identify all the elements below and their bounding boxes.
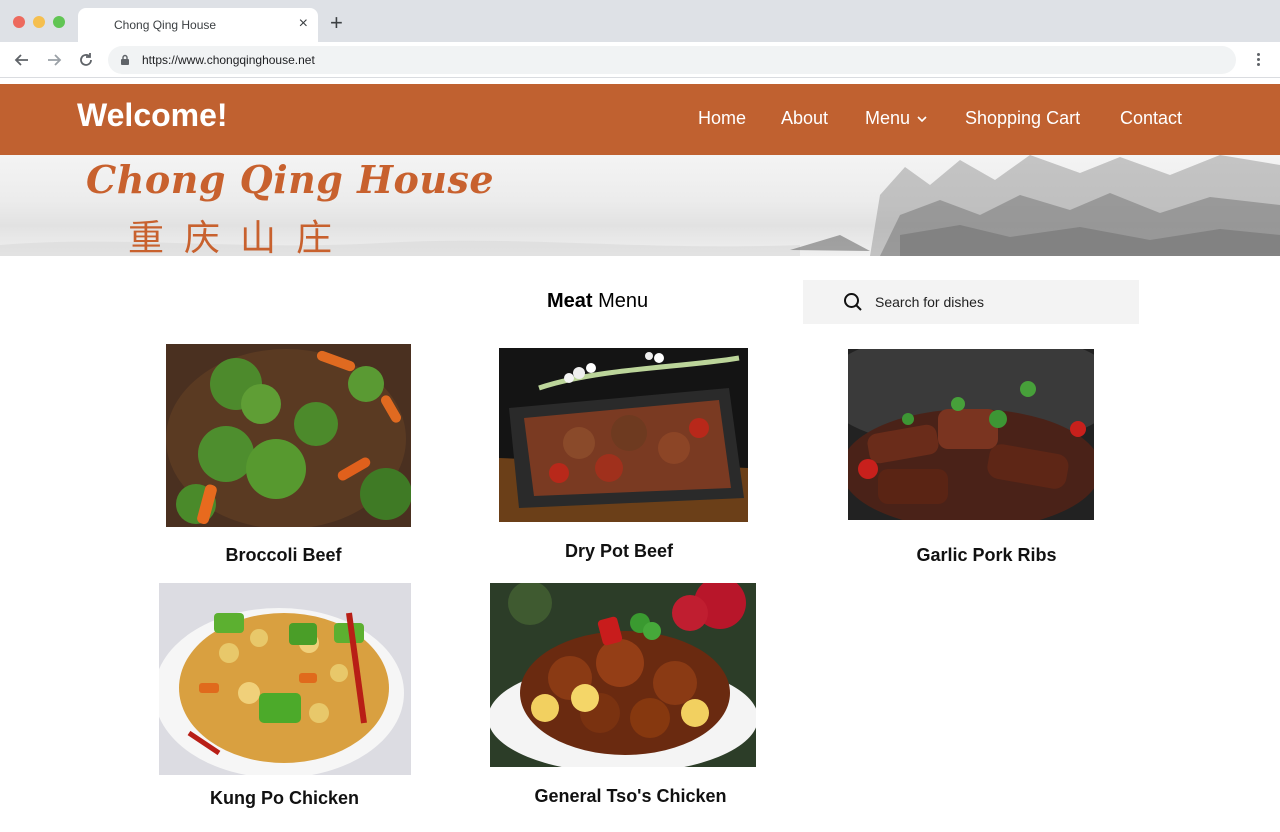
browser-tab[interactable]: Chong Qing House × bbox=[78, 8, 318, 42]
general-tsos-chicken-image[interactable] bbox=[490, 583, 756, 767]
dish-name[interactable]: Dry Pot Beef bbox=[504, 541, 734, 562]
browser-toolbar: https://www.chongqinghouse.net bbox=[0, 42, 1280, 78]
dish-name[interactable]: Broccoli Beef bbox=[166, 545, 401, 566]
nav-menu-label: Menu bbox=[865, 108, 911, 128]
garlic-pork-ribs-photo bbox=[848, 349, 1094, 520]
forward-button[interactable] bbox=[44, 50, 64, 70]
dish-name[interactable]: Garlic Pork Ribs bbox=[870, 545, 1103, 566]
new-tab-button[interactable]: + bbox=[330, 12, 343, 34]
search-input[interactable] bbox=[875, 280, 1125, 324]
tab-title: Chong Qing House bbox=[114, 18, 217, 32]
kung-po-chicken-photo bbox=[159, 583, 411, 775]
browser-titlebar: Chong Qing House × + bbox=[0, 0, 1280, 42]
reload-button[interactable] bbox=[76, 50, 96, 70]
minimize-window-button[interactable] bbox=[33, 16, 45, 28]
menu-heading-bold: Meat bbox=[547, 290, 593, 312]
back-arrow-icon bbox=[14, 54, 28, 66]
garlic-pork-ribs-image[interactable] bbox=[848, 349, 1094, 520]
dish-name[interactable]: General Tso's Chicken bbox=[514, 786, 747, 807]
address-bar[interactable]: https://www.chongqinghouse.net bbox=[108, 46, 1236, 74]
back-button[interactable] bbox=[12, 50, 32, 70]
welcome-title: Welcome! bbox=[77, 97, 228, 133]
browser-menu-icon[interactable] bbox=[1250, 51, 1266, 71]
banner: Chong Qing House 重庆山庄 bbox=[0, 155, 1280, 256]
chevron-down-icon bbox=[917, 116, 927, 123]
menu-heading: Meat Menu bbox=[547, 290, 648, 313]
site-header: Welcome! Home About Menu Shopping Cart C… bbox=[0, 84, 1280, 155]
dish-search-box bbox=[803, 280, 1139, 324]
nav-about-link[interactable]: About bbox=[781, 108, 828, 129]
close-window-button[interactable] bbox=[13, 16, 25, 28]
restaurant-chinese-name: 重庆山庄 bbox=[128, 218, 353, 256]
broccoli-beef-image[interactable] bbox=[166, 344, 411, 527]
forward-arrow-icon bbox=[48, 54, 62, 66]
maximize-window-button[interactable] bbox=[53, 16, 65, 28]
restaurant-logo-text: Chong Qing House bbox=[86, 157, 495, 202]
search-icon[interactable] bbox=[843, 292, 863, 312]
general-tsos-chicken-photo bbox=[490, 583, 756, 767]
lock-icon bbox=[121, 54, 129, 65]
dry-pot-beef-image[interactable] bbox=[499, 348, 748, 522]
broccoli-beef-photo bbox=[166, 344, 411, 527]
dry-pot-beef-photo bbox=[499, 348, 748, 522]
menu-heading-rest: Menu bbox=[592, 290, 649, 312]
kung-po-chicken-image[interactable] bbox=[159, 583, 411, 775]
nav-contact-link[interactable]: Contact bbox=[1120, 108, 1182, 129]
tab-close-icon[interactable]: × bbox=[299, 15, 308, 33]
reload-icon bbox=[80, 53, 92, 66]
dish-name[interactable]: Kung Po Chicken bbox=[166, 788, 403, 809]
nav-home-link[interactable]: Home bbox=[698, 108, 746, 129]
url-text: https://www.chongqinghouse.net bbox=[142, 53, 315, 67]
nav-shopping-cart-link[interactable]: Shopping Cart bbox=[965, 108, 1080, 129]
nav-menu-link[interactable]: Menu bbox=[865, 108, 928, 129]
